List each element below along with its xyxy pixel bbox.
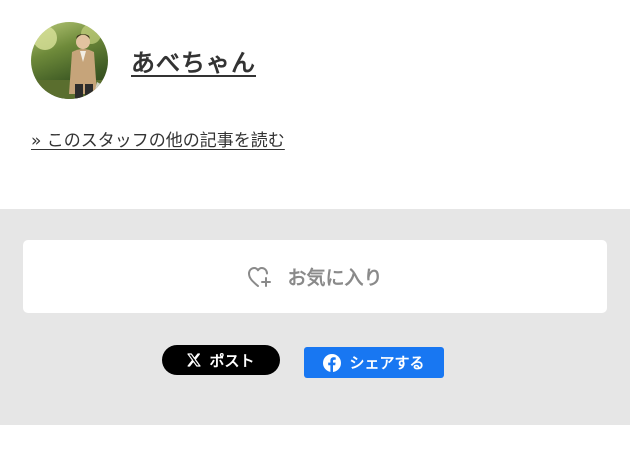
facebook-logo-icon [323,353,342,372]
author-block: あべちゃん [31,22,256,99]
author-avatar[interactable] [31,22,108,99]
person-photo-avatar [31,24,108,99]
facebook-share-label: シェアする [349,354,425,372]
action-band: お気に入り ポスト シェアする [0,209,630,425]
favorite-button[interactable]: お気に入り [23,240,607,313]
favorite-label: お気に入り [287,267,383,289]
x-logo-icon [187,353,202,367]
x-post-label: ポスト [209,351,255,370]
facebook-share-button[interactable]: シェアする [304,347,444,378]
x-post-button[interactable]: ポスト [162,345,280,375]
heart-plus-icon [247,265,273,289]
author-name-link[interactable]: あべちゃん [131,43,256,78]
more-articles-link[interactable]: » このスタッフの他の記事を読む [31,126,285,151]
